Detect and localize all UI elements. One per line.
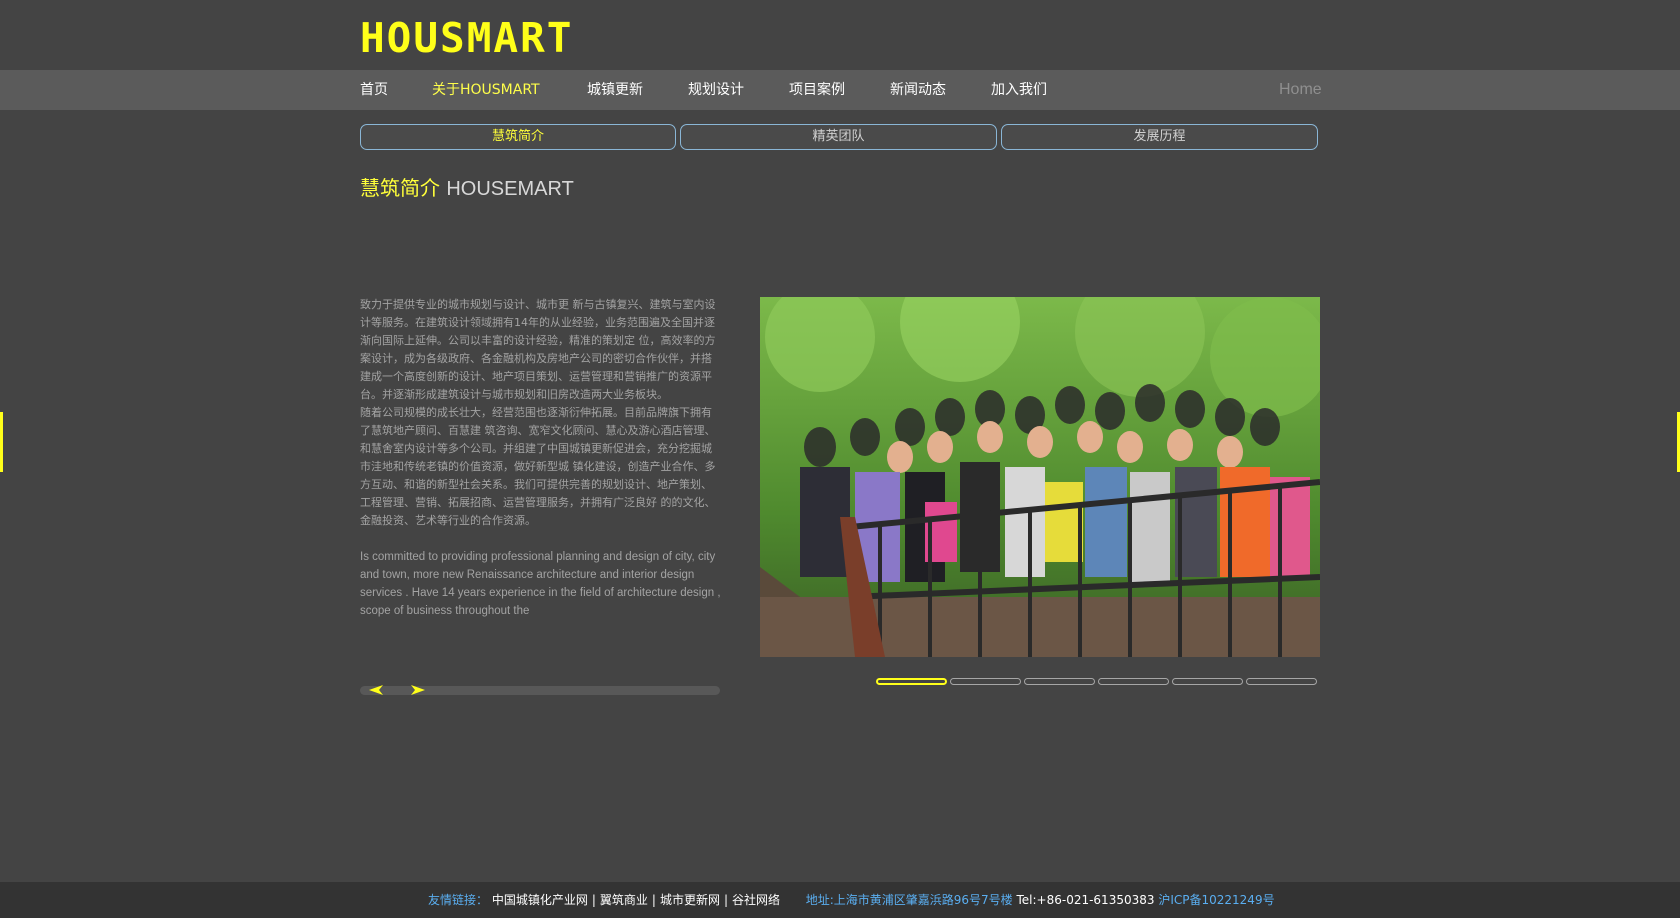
footer-address: 地址:上海市黄浦区肇嘉浜路96号7号楼 [805, 893, 1013, 907]
tab-history[interactable]: 发展历程 [1001, 124, 1318, 150]
slider-dot-3[interactable] [1024, 678, 1095, 685]
slider-dot-5[interactable] [1172, 678, 1243, 685]
page-title-cn: 慧筑简介 [360, 176, 440, 200]
slider-dot-1[interactable] [876, 678, 947, 685]
group-photo [760, 297, 1320, 657]
footer-link-2[interactable]: 翼筑商业 [600, 893, 648, 907]
description-paragraph-2: 随着公司规模的成长壮大，经营范围也逐渐衍伸拓展。目前品牌旗下拥有了慧筑地产顾问、… [360, 406, 716, 527]
page-title-en: HOUSEMART [446, 178, 574, 200]
footer-link-1[interactable]: 中国城镇化产业网 [492, 893, 588, 907]
slider-dot-6[interactable] [1246, 678, 1317, 685]
description-paragraph-1: 致力于提供专业的城市规划与设计、城市更 新与古镇复兴、建筑与室内设计等服务。在建… [360, 298, 716, 401]
tab-intro[interactable]: 慧筑简介 [360, 124, 676, 150]
tab-team[interactable]: 精英团队 [680, 124, 997, 150]
description-paragraph-en: Is committed to providing professional p… [360, 551, 721, 617]
nav-item-planning[interactable]: 规划设计 [688, 70, 744, 110]
group-photo-illustration [760, 297, 1320, 657]
nav-item-home[interactable]: 首页 [360, 70, 388, 110]
footer-links-label: 友情链接： [428, 893, 489, 907]
footer-separator: | [651, 893, 656, 907]
footer-separator: | [723, 893, 729, 907]
footer-tel: Tel:+86-021-61350383 [1016, 893, 1155, 907]
next-arrow-icon[interactable] [407, 683, 427, 697]
footer-link-3[interactable]: 城市更新网 [660, 893, 720, 907]
page-title: 慧筑简介 HOUSEMART [360, 174, 574, 203]
nav-item-news[interactable]: 新闻动态 [890, 70, 946, 110]
nav-item-about[interactable]: 关于HOUSMART [432, 70, 540, 110]
main-nav: 首页 关于HOUSMART 城镇更新 规划设计 项目案例 新闻动态 加入我们 H… [0, 70, 1680, 110]
nav-item-projects[interactable]: 项目案例 [789, 70, 845, 110]
footer: 友情链接： 中国城镇化产业网 | 翼筑商业 | 城市更新网 | 谷社网络 地址:上海市黄浦区… [0, 882, 1680, 918]
logo[interactable]: HOUSMART [360, 14, 630, 62]
footer-icp[interactable]: 沪ICP备10221249号 [1158, 893, 1274, 907]
slider-dot-4[interactable] [1098, 678, 1169, 685]
prev-arrow-icon[interactable] [367, 683, 387, 697]
nav-item-join[interactable]: 加入我们 [991, 70, 1047, 110]
slider-dot-2[interactable] [950, 678, 1021, 685]
home-link[interactable]: Home [1279, 70, 1322, 110]
logo-text: HOUSMART [360, 14, 574, 62]
footer-link-4[interactable]: 谷社网络 [732, 893, 780, 907]
company-description: 致力于提供专业的城市规划与设计、城市更 新与古镇复兴、建筑与室内设计等服务。在建… [360, 296, 722, 656]
footer-separator: | [591, 893, 596, 907]
nav-item-urban-renewal[interactable]: 城镇更新 [587, 70, 643, 110]
left-edge-marker [0, 412, 3, 472]
